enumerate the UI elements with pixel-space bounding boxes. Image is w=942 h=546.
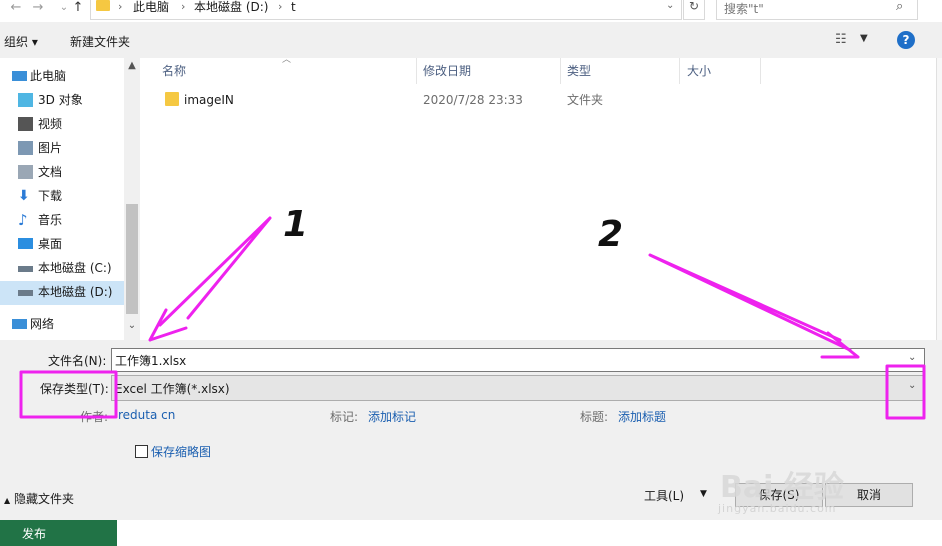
arrow-2-shaft: [648, 253, 852, 352]
annotation-number-2: 2: [598, 214, 624, 255]
arrow-1-head: [148, 308, 188, 342]
highlight-filetype-label: [19, 370, 118, 419]
arrow-1-shaft: [158, 216, 272, 327]
highlight-filetype-dropdown: [885, 364, 926, 420]
annotation-overlay: [19, 216, 926, 420]
annotation-number-1: 1: [283, 204, 309, 245]
